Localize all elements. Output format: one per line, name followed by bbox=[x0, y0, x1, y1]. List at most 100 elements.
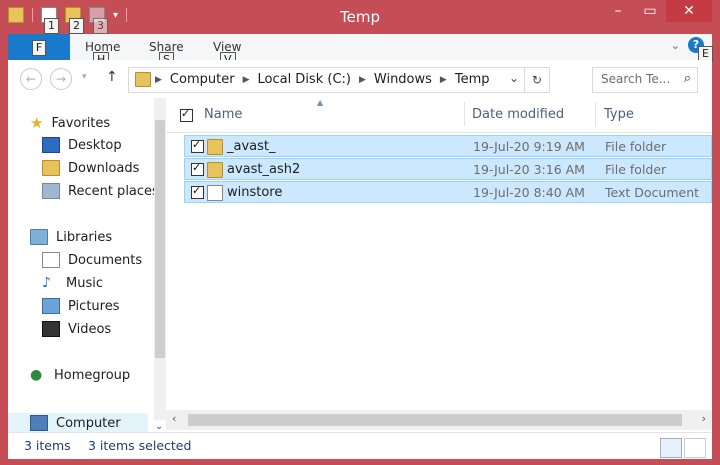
address-bar[interactable]: ▶ Computer ▶ Local Disk (C:) ▶ Windows ▶… bbox=[128, 67, 550, 93]
file-date: 19-Jul-20 3:16 AM bbox=[473, 162, 585, 177]
large-icons-view-button[interactable] bbox=[684, 438, 706, 458]
libraries-icon bbox=[30, 229, 48, 245]
breadcrumb-arrow-icon: ▶ bbox=[155, 75, 162, 85]
back-button[interactable]: ← bbox=[20, 68, 42, 90]
file-date: 19-Jul-20 9:19 AM bbox=[473, 139, 585, 154]
homegroup-icon: ● bbox=[30, 367, 43, 383]
breadcrumb-arrow-icon[interactable]: ▶ bbox=[440, 72, 447, 88]
crumb-windows[interactable]: Windows bbox=[374, 72, 432, 88]
navigation-pane: ★ Favorites Desktop Downloads Recent pla… bbox=[8, 98, 166, 433]
selected-count: 3 items selected bbox=[88, 438, 192, 453]
nav-recent-label: Recent places bbox=[68, 183, 159, 199]
nav-libraries[interactable]: Libraries bbox=[30, 229, 112, 245]
column-date-modified[interactable]: Date modified bbox=[472, 107, 564, 122]
file-type: File folder bbox=[605, 162, 667, 177]
window-controls: – ▭ ✕ bbox=[602, 0, 712, 22]
file-name: avast_ash2 bbox=[227, 162, 301, 177]
text-file-icon bbox=[207, 185, 223, 201]
column-name[interactable]: Name bbox=[204, 107, 242, 122]
column-header: ▲ Name Date modified Type bbox=[166, 98, 712, 133]
recent-places-icon bbox=[42, 183, 60, 199]
nav-documents-label: Documents bbox=[68, 252, 143, 268]
nav-scroll-thumb[interactable] bbox=[155, 120, 165, 358]
file-type: File folder bbox=[605, 139, 667, 154]
nav-computer[interactable]: Computer bbox=[8, 413, 148, 433]
music-icon: ♪ bbox=[42, 275, 51, 291]
address-row: ← → ▾ ↑ ▶ Computer ▶ Local Disk (C:) ▶ W… bbox=[8, 60, 712, 98]
forward-button[interactable]: → bbox=[50, 68, 72, 90]
keytip-file: F bbox=[31, 40, 47, 56]
nav-homegroup-label: Homegroup bbox=[54, 367, 131, 383]
details-view-button[interactable] bbox=[660, 438, 682, 458]
desktop-icon bbox=[42, 137, 60, 153]
nav-videos-label: Videos bbox=[68, 321, 112, 337]
nav-favorites[interactable]: ★ Favorites bbox=[30, 114, 110, 132]
breadcrumb-arrow-icon[interactable]: ▶ bbox=[243, 72, 250, 88]
item-count: 3 items bbox=[24, 438, 71, 453]
file-name: _avast_ bbox=[227, 139, 276, 154]
close-button[interactable]: ✕ bbox=[666, 0, 712, 22]
nav-scrollbar[interactable]: ⌄ bbox=[154, 98, 166, 432]
crumb-local-disk[interactable]: Local Disk (C:) bbox=[257, 72, 350, 88]
table-row[interactable]: winstore 19-Jul-20 8:40 AM Text Document bbox=[184, 181, 712, 203]
file-type: Text Document bbox=[605, 185, 700, 200]
crumb-temp[interactable]: Temp bbox=[455, 72, 490, 88]
computer-icon bbox=[30, 415, 48, 431]
breadcrumb-arrow-icon[interactable]: ▶ bbox=[359, 72, 366, 88]
search-input[interactable]: Search Te... ⌕ bbox=[592, 67, 698, 93]
nav-pictures[interactable]: Pictures bbox=[42, 298, 119, 314]
status-bar: 3 items 3 items selected bbox=[8, 432, 712, 459]
file-list: ▲ Name Date modified Type _avast_ 19-Jul… bbox=[166, 98, 712, 432]
select-all-checkbox[interactable] bbox=[180, 107, 193, 122]
nav-favorites-label: Favorites bbox=[51, 115, 111, 131]
nav-libraries-label: Libraries bbox=[56, 229, 113, 245]
scroll-left-icon[interactable]: ‹ bbox=[172, 412, 176, 425]
nav-desktop[interactable]: Desktop bbox=[42, 137, 122, 153]
row-checkbox[interactable] bbox=[191, 184, 204, 199]
scroll-right-icon[interactable]: › bbox=[702, 412, 706, 425]
row-checkbox[interactable] bbox=[191, 138, 204, 153]
table-row[interactable]: avast_ash2 19-Jul-20 3:16 AM File folder bbox=[184, 158, 712, 180]
folder-icon bbox=[207, 139, 223, 155]
crumb-computer[interactable]: Computer bbox=[170, 72, 235, 88]
downloads-icon bbox=[42, 160, 60, 176]
column-divider[interactable] bbox=[595, 102, 596, 126]
videos-icon bbox=[42, 321, 60, 337]
row-checkbox[interactable] bbox=[191, 161, 204, 176]
star-icon: ★ bbox=[30, 114, 44, 132]
nav-music[interactable]: ♪ Music bbox=[42, 275, 103, 291]
address-dropdown-icon[interactable]: ⌄ bbox=[509, 71, 519, 85]
expand-ribbon-icon[interactable]: ⌄ bbox=[671, 39, 680, 52]
search-placeholder: Search Te... bbox=[601, 72, 671, 86]
pictures-icon bbox=[42, 298, 60, 314]
nav-recent-places[interactable]: Recent places bbox=[42, 183, 159, 199]
documents-icon bbox=[42, 252, 60, 268]
nav-downloads-label: Downloads bbox=[68, 160, 140, 176]
explorer-window: ▾ 1 2 3 Temp – ▭ ✕ F Home Share View H S… bbox=[0, 0, 720, 465]
nav-videos[interactable]: Videos bbox=[42, 321, 111, 337]
sort-ascending-icon: ▲ bbox=[317, 98, 324, 107]
breadcrumb: ▶ Computer ▶ Local Disk (C:) ▶ Windows ▶… bbox=[155, 72, 490, 88]
up-button[interactable]: ↑ bbox=[106, 69, 118, 85]
search-icon: ⌕ bbox=[683, 71, 691, 86]
column-type[interactable]: Type bbox=[604, 107, 634, 122]
file-name: winstore bbox=[227, 185, 283, 200]
folder-icon bbox=[135, 72, 151, 87]
refresh-icon[interactable]: ↻ bbox=[524, 68, 549, 92]
maximize-button[interactable]: ▭ bbox=[634, 0, 666, 22]
scroll-down-icon[interactable]: ⌄ bbox=[155, 421, 163, 432]
nav-pictures-label: Pictures bbox=[68, 298, 120, 314]
horizontal-scrollbar[interactable]: ‹ › bbox=[166, 410, 712, 430]
nav-downloads[interactable]: Downloads bbox=[42, 160, 139, 176]
nav-documents[interactable]: Documents bbox=[42, 252, 142, 268]
recent-locations-icon[interactable]: ▾ bbox=[82, 72, 87, 82]
nav-computer-label: Computer bbox=[56, 415, 121, 431]
title-bar: ▾ 1 2 3 Temp – ▭ ✕ bbox=[0, 0, 720, 34]
nav-homegroup[interactable]: ● Homegroup bbox=[30, 367, 130, 383]
minimize-button[interactable]: – bbox=[602, 0, 634, 22]
horizontal-scroll-thumb[interactable] bbox=[188, 414, 682, 426]
ribbon-tabs: F Home Share View H S V ⌄ ? E bbox=[8, 34, 713, 68]
column-divider[interactable] bbox=[464, 102, 465, 126]
table-row[interactable]: _avast_ 19-Jul-20 9:19 AM File folder bbox=[184, 135, 712, 157]
file-tab[interactable]: F bbox=[8, 34, 70, 60]
